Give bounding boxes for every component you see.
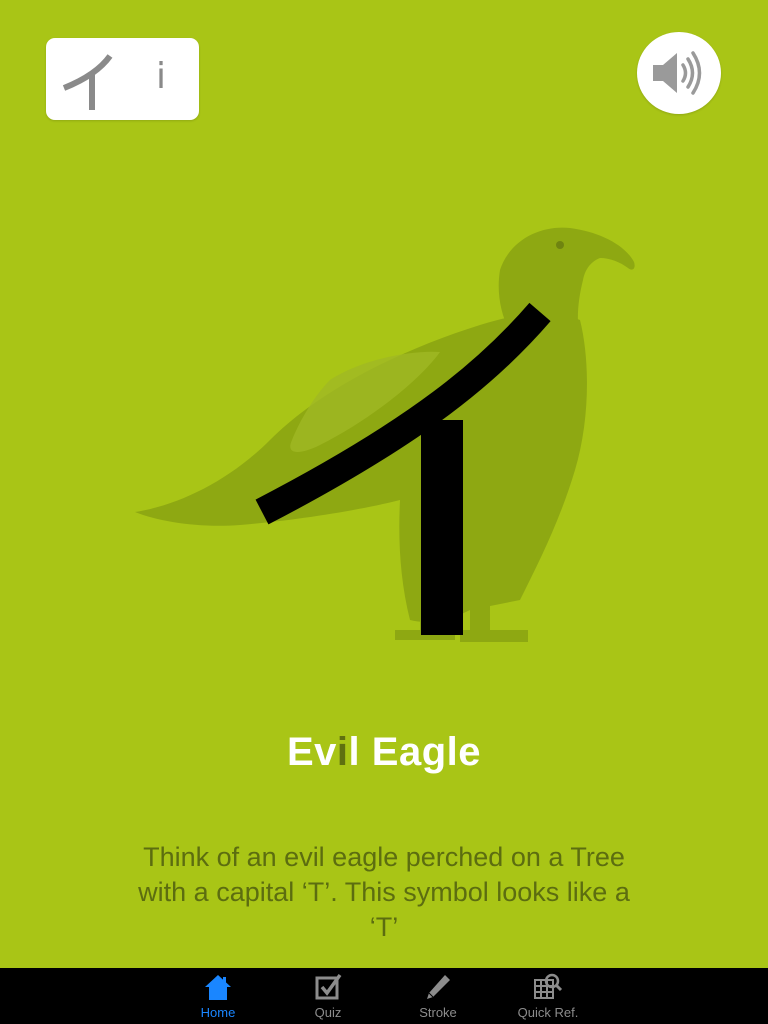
character-card[interactable]: i — [46, 38, 199, 120]
kana-glyph — [62, 54, 113, 110]
tab-stroke[interactable]: Stroke — [393, 968, 483, 1024]
grid-search-icon — [534, 973, 563, 999]
title-part-before: Ev — [286, 730, 337, 774]
mnemonic-title: Evil Eagle — [0, 730, 768, 775]
tab-quick-ref[interactable]: Quick Ref. — [503, 968, 593, 1024]
checkbox-icon — [315, 973, 342, 1000]
tab-quick-ref-label: Quick Ref. — [517, 1005, 579, 1020]
tab-quiz[interactable]: Quiz — [283, 968, 373, 1024]
play-sound-button[interactable] — [637, 32, 721, 114]
tab-quiz-label: Quiz — [314, 1005, 342, 1020]
screen: i Evil Eagle Think of an evil eagle perc… — [0, 0, 768, 1024]
mnemonic-description: Think of an evil eagle perched on a Tree… — [138, 842, 630, 942]
speaker-icon — [653, 51, 702, 95]
tab-home-label: Home — [200, 1005, 236, 1020]
romaji-label: i — [156, 56, 167, 97]
tab-bar: Home Quiz Stroke Quick Ref. — [0, 968, 768, 1024]
home-icon — [205, 975, 231, 1000]
mnemonic-illustration — [135, 227, 635, 642]
title-part-after: l Eagle — [348, 730, 481, 774]
title-highlight-letter: i — [336, 730, 349, 774]
tab-home[interactable]: Home — [173, 968, 263, 1024]
pencil-icon — [427, 975, 450, 999]
tab-stroke-label: Stroke — [419, 1005, 457, 1020]
